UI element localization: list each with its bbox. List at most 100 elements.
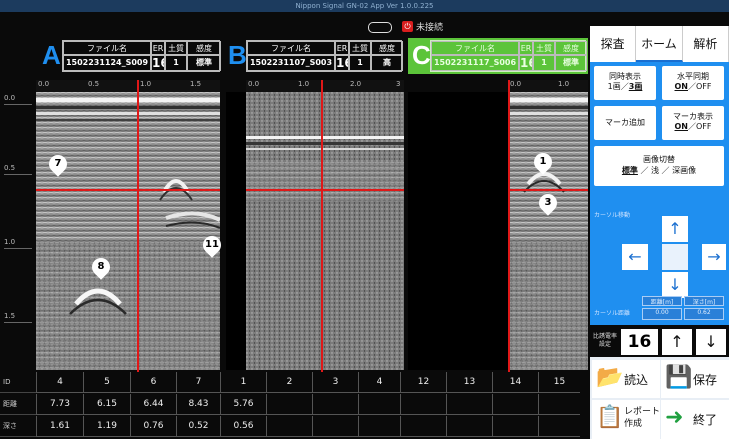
simultaneous-display-button[interactable]: 同時表示 1画／3画 — [594, 66, 656, 100]
x-tick: 1.0 — [140, 80, 152, 88]
cursor-horizontal-b[interactable] — [246, 189, 404, 191]
table-cell[interactable]: 1 — [220, 372, 266, 393]
panel-c-letter: C — [412, 40, 431, 70]
table-cell — [266, 416, 312, 437]
file-label: ファイル名 — [431, 41, 519, 55]
marker-pin[interactable]: 3 — [535, 190, 561, 216]
x-tick: 0.0 — [38, 80, 50, 88]
table-cell[interactable]: 5 — [83, 372, 130, 393]
cursor-up-button[interactable]: ↑ — [662, 216, 688, 242]
table-cell — [312, 394, 358, 415]
panel-c-info: ファイル名 ER 土質 感度 1502231117_S006 16 1 標準 — [430, 40, 587, 72]
er-label: ER — [151, 41, 165, 55]
panel-a-radargram[interactable] — [36, 92, 220, 370]
distance-header: 距離[m] — [642, 296, 682, 306]
depth-header: 深さ[m] — [684, 296, 724, 306]
x-tick: 1.0 — [298, 80, 310, 88]
cursor-center — [662, 244, 688, 270]
depth-tick: 0.0 — [4, 94, 16, 102]
report-button[interactable]: 📋 レポート 作成 — [592, 400, 660, 439]
cursor-horizontal-a[interactable] — [36, 189, 220, 191]
permittivity-value: 16 — [621, 329, 658, 355]
exit-button[interactable]: ➜ 終了 — [661, 400, 729, 439]
permittivity-row: 比誘電率 設定 16 ↑ ↓ — [590, 325, 729, 357]
tab-home[interactable]: ホーム — [636, 26, 683, 62]
x-tick: 0.0 — [248, 80, 260, 88]
marker-pin[interactable]: 11 — [199, 232, 225, 258]
marker-pin[interactable]: 8 — [88, 254, 114, 280]
cursor-vertical-a[interactable] — [137, 80, 139, 372]
row-label-distance: 距離 — [0, 394, 36, 415]
panel-c-radargram[interactable] — [508, 92, 588, 370]
soil-label: 土質 — [165, 41, 187, 55]
cursor-move-label: カーソル移動 — [594, 212, 631, 219]
cursor-down-button[interactable]: ↓ — [662, 272, 688, 298]
cursor-right-button[interactable]: → — [702, 244, 726, 270]
table-row: ID 4 5 6 7 1 2 3 4 12 13 14 15 — [0, 372, 590, 393]
panel-a-letter: A — [42, 40, 61, 70]
marker-pin[interactable]: 1 — [530, 149, 556, 175]
cursor-vertical-b[interactable] — [321, 80, 323, 372]
save-button[interactable]: 💾 保存 — [661, 360, 729, 398]
tab-analysis[interactable]: 解析 — [683, 26, 729, 62]
table-cell[interactable]: 12 — [400, 372, 446, 393]
row-label-depth: 深さ — [0, 416, 36, 437]
table-cell: 6.15 — [83, 394, 130, 415]
image-switch-button[interactable]: 画像切替 標準 ／ 浅 ／ 深画像 — [594, 146, 724, 186]
add-marker-button[interactable]: マーカ追加 — [594, 106, 656, 140]
file-label: ファイル名 — [63, 41, 151, 55]
tab-bar: 探査 ホーム 解析 — [590, 26, 729, 62]
horizontal-sync-button[interactable]: 水平同期 ON／OFF — [662, 66, 724, 100]
table-cell[interactable]: 7 — [176, 372, 220, 393]
panel-b-radargram[interactable] — [246, 92, 404, 370]
table-cell[interactable]: 15 — [538, 372, 580, 393]
floppy-icon: 💾 — [665, 365, 693, 390]
cursor-vertical-c[interactable] — [508, 80, 510, 372]
table-cell[interactable]: 14 — [492, 372, 538, 393]
panel-a-header: A ファイル名 ER 土質 感度 1502231124_S009 16 1 標準 — [36, 38, 221, 74]
sens-label: 感度 — [371, 41, 403, 55]
table-cell: 0.56 — [220, 416, 266, 437]
table-cell[interactable]: 13 — [446, 372, 492, 393]
x-tick: 0.5 — [88, 80, 100, 88]
radargram-b-svg — [246, 92, 404, 370]
table-cell — [446, 416, 492, 437]
table-cell[interactable]: 3 — [312, 372, 358, 393]
marker-pin[interactable]: 7 — [45, 151, 71, 177]
cursor-left-button[interactable]: ← — [622, 244, 648, 270]
table-cell — [358, 416, 400, 437]
depth-readout: 0.62 — [684, 308, 724, 320]
table-cell[interactable]: 2 — [266, 372, 312, 393]
soil-value: 1 — [349, 55, 371, 71]
table-cell — [358, 394, 400, 415]
marker-table: ID 4 5 6 7 1 2 3 4 12 13 14 15 距離 7.73 6… — [0, 372, 590, 439]
load-button[interactable]: 📂 読込 — [592, 360, 660, 398]
table-cell[interactable]: 4 — [358, 372, 400, 393]
table-cell[interactable]: 6 — [130, 372, 176, 393]
table-cell — [538, 394, 580, 415]
cursor-horizontal-c[interactable] — [508, 189, 588, 191]
table-cell: 5.76 — [220, 394, 266, 415]
sens-label: 感度 — [187, 41, 221, 55]
depth-tick: 1.5 — [4, 312, 16, 320]
battery-icon — [368, 22, 392, 33]
permittivity-up-button[interactable]: ↑ — [662, 329, 692, 355]
distance-readout: 0.00 — [642, 308, 682, 320]
tab-explore[interactable]: 探査 — [590, 26, 637, 62]
control-area: 同時表示 1画／3画 水平同期 ON／OFF マーカ追加 マーカ表示 ON／OF… — [590, 62, 729, 347]
power-icon: ⏻ — [402, 21, 413, 32]
x-tick: 1.0 — [558, 80, 570, 88]
panel-b-x-ruler: 0.0 1.0 2.0 3 — [246, 80, 404, 92]
marker-display-button[interactable]: マーカ表示 ON／OFF — [662, 106, 724, 140]
table-cell: 0.76 — [130, 416, 176, 437]
soil-value: 1 — [165, 55, 187, 71]
table-row: 深さ 1.61 1.19 0.76 0.52 0.56 — [0, 416, 590, 437]
file-value: 1502231107_S003 — [247, 55, 335, 71]
soil-value: 1 — [533, 55, 555, 71]
radargram-a-svg — [36, 92, 220, 370]
panel-c-header: C ファイル名 ER 土質 感度 1502231117_S006 16 1 標準 — [408, 38, 588, 74]
table-cell[interactable]: 4 — [36, 372, 83, 393]
table-cell — [492, 394, 538, 415]
permittivity-down-button[interactable]: ↓ — [696, 329, 726, 355]
depth-tick: 1.0 — [4, 238, 16, 246]
